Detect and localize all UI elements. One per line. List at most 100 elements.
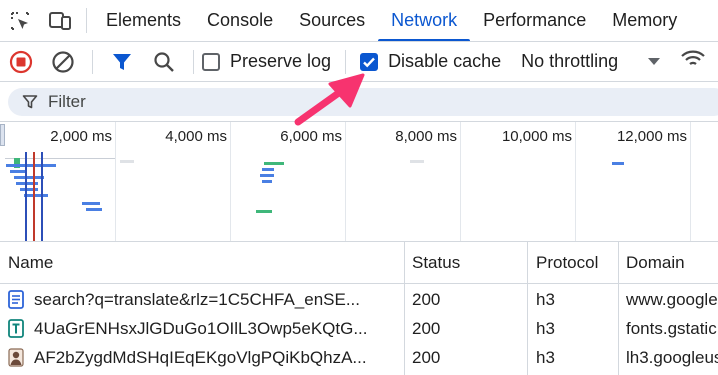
font-icon <box>8 319 24 338</box>
dom-content-loaded-marker <box>41 152 43 241</box>
disable-cache-toggle[interactable]: Disable cache <box>360 51 501 72</box>
toolbar-divider <box>345 49 347 74</box>
timeline-request-bar <box>82 202 100 205</box>
column-divider[interactable] <box>404 242 405 283</box>
device-toolbar-icon[interactable] <box>40 0 80 41</box>
preserve-log-checkbox[interactable] <box>202 52 220 71</box>
timeline-request-bar <box>6 164 56 167</box>
request-domain-cell: fonts.gstatic.com <box>626 318 718 338</box>
funnel-icon <box>22 95 38 109</box>
overview-left-handle[interactable] <box>0 124 5 146</box>
throttling-value: No throttling <box>521 51 619 71</box>
timeline-gridline <box>690 122 691 241</box>
timeline-gridline <box>115 122 116 241</box>
request-name-cell: AF2bZygdMdSHqIEqEKgoVlgPQiKbQhzA... <box>0 343 404 372</box>
timeline-gridline <box>345 122 346 241</box>
network-toolbar: Preserve log Disable cache No throttling <box>0 42 718 82</box>
request-status-cell: 200 <box>412 289 441 309</box>
timeline-request-bar <box>612 162 624 165</box>
filter-box[interactable] <box>8 88 718 116</box>
request-protocol-cell: h3 <box>536 318 555 338</box>
disable-cache-checkbox[interactable] <box>360 52 379 71</box>
timeline-request-bar <box>256 210 272 213</box>
request-name: 4UaGrENHsxJlGDuGo1OIlL3Owp5eKQtG... <box>34 318 368 338</box>
column-header-status[interactable]: Status <box>404 242 528 283</box>
column-header-domain[interactable]: Domain <box>618 242 718 283</box>
network-conditions-button[interactable] <box>680 48 706 75</box>
throttling-dropdown[interactable]: No throttling <box>521 51 661 72</box>
record-icon <box>9 50 33 73</box>
clear-button[interactable] <box>42 42 84 81</box>
table-row[interactable]: AF2bZygdMdSHqIEqEKgoVlgPQiKbQhzA... 200 … <box>0 343 718 372</box>
stop-recording-button[interactable] <box>0 42 42 81</box>
request-name-cell: 4UaGrENHsxJlGDuGo1OIlL3Owp5eKQtG... <box>0 314 404 343</box>
request-status-cell: 200 <box>412 318 441 338</box>
search-button[interactable] <box>143 42 185 81</box>
timeline-request-bar <box>86 208 102 211</box>
filter-bar <box>0 82 718 122</box>
wifi-icon <box>681 50 705 65</box>
timeline-activity-track <box>5 158 115 159</box>
timeline-request-bar <box>10 170 26 173</box>
document-icon <box>8 290 24 309</box>
tab-memory[interactable]: Memory <box>599 0 690 41</box>
checkmark-icon <box>363 57 375 67</box>
column-divider[interactable] <box>527 242 528 283</box>
request-protocol-cell: h3 <box>536 289 555 309</box>
inspect-element-icon[interactable] <box>0 0 40 41</box>
request-name-cell: search?q=translate&rlz=1C5CHFA_enSE... <box>0 285 404 314</box>
tab-console[interactable]: Console <box>194 0 286 41</box>
funnel-icon <box>113 53 131 70</box>
toolbar-divider <box>193 49 194 74</box>
timeline-request-bar <box>262 168 274 171</box>
timeline-request-bar <box>20 188 38 191</box>
column-header-protocol[interactable]: Protocol <box>528 242 618 283</box>
disable-cache-label: Disable cache <box>388 51 502 71</box>
timeline-request-bar <box>14 176 44 179</box>
table-row[interactable]: search?q=translate&rlz=1C5CHFA_enSE... 2… <box>0 285 718 314</box>
preserve-log-label: Preserve log <box>230 51 332 71</box>
tab-performance[interactable]: Performance <box>470 0 599 41</box>
timeline-gridline <box>460 122 461 241</box>
table-header: Name Status Protocol Domain <box>0 242 718 284</box>
timeline-request-bar <box>260 174 274 177</box>
timeline-request-bar <box>264 162 284 165</box>
network-overview-timeline[interactable]: 2,000 ms 4,000 ms 6,000 ms 8,000 ms 10,0… <box>0 122 718 242</box>
dom-content-loaded-marker <box>25 152 27 241</box>
request-protocol-cell: h3 <box>536 347 555 367</box>
tab-bar-divider <box>86 8 87 33</box>
request-status-cell: 200 <box>412 347 441 367</box>
timeline-tick-label: 8,000 ms <box>395 128 457 145</box>
request-name: AF2bZygdMdSHqIEqEKgoVlgPQiKbQhzA... <box>34 347 367 367</box>
table-row[interactable]: 4UaGrENHsxJlGDuGo1OIlL3Owp5eKQtG... 200 … <box>0 314 718 343</box>
timeline-tick-label: 12,000 ms <box>616 128 687 145</box>
clear-icon <box>52 50 74 73</box>
filter-toggle-button[interactable] <box>101 42 143 81</box>
column-divider[interactable] <box>618 242 619 283</box>
request-name: search?q=translate&rlz=1C5CHFA_enSE... <box>34 289 361 309</box>
timeline-request-bar <box>262 180 272 183</box>
timeline-tick-label: 6,000 ms <box>280 128 342 145</box>
request-domain-cell: lh3.googleusercontent.com <box>626 347 718 367</box>
filter-input[interactable] <box>48 92 448 112</box>
timeline-request-bar <box>120 160 134 163</box>
toolbar-divider <box>92 49 93 74</box>
preserve-log-toggle[interactable]: Preserve log <box>202 51 331 72</box>
tab-elements[interactable]: Elements <box>93 0 194 41</box>
requests-table: Name Status Protocol Domain search?q=tra… <box>0 242 718 375</box>
tab-network[interactable]: Network <box>378 0 471 41</box>
timeline-gridline <box>230 122 231 241</box>
devtools-tab-bar: Elements Console Sources Network Perform… <box>0 0 718 42</box>
image-icon <box>8 348 24 367</box>
tab-sources[interactable]: Sources <box>286 0 378 41</box>
request-domain-cell: www.google.com <box>626 289 718 309</box>
timeline-tick-label: 2,000 ms <box>50 128 112 145</box>
timeline-gridline <box>575 122 576 241</box>
timeline-request-bar <box>24 194 48 197</box>
chevron-down-icon <box>648 58 661 65</box>
load-event-marker <box>33 152 35 241</box>
timeline-tick-label: 10,000 ms <box>501 128 572 145</box>
timeline-tick-label: 4,000 ms <box>165 128 227 145</box>
column-header-name[interactable]: Name <box>0 242 404 283</box>
search-icon <box>154 51 174 72</box>
